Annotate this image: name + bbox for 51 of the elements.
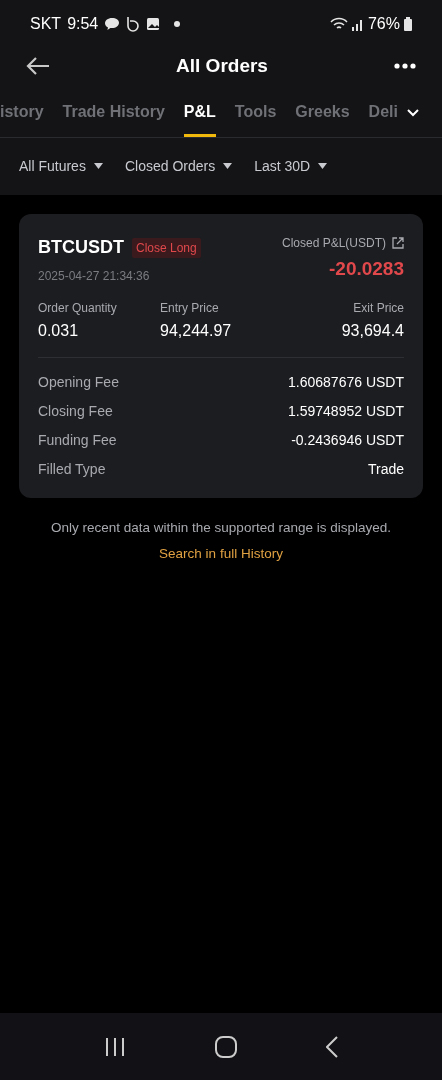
stat-label: Exit Price <box>353 300 404 317</box>
home-icon[interactable] <box>215 1035 237 1058</box>
wifi-icon <box>329 17 348 31</box>
filter-dropdown[interactable]: Last 30D <box>254 155 328 177</box>
detail-label: Filled Type <box>38 460 106 479</box>
carrier-text: SKT <box>30 14 62 34</box>
more-icon[interactable] <box>394 63 416 69</box>
filter-dropdown[interactable]: All Futures <box>19 155 103 177</box>
battery-icon <box>404 17 412 31</box>
side-tag: Close Long <box>132 237 201 258</box>
filter-dropdown[interactable]: Closed Orders <box>124 155 233 177</box>
app-icon <box>126 16 141 32</box>
share-icon[interactable] <box>392 237 404 249</box>
chat-icon <box>104 17 121 31</box>
stat-value: 0.031 <box>38 321 79 341</box>
tab[interactable]: P&L <box>183 100 216 137</box>
detail-value: Trade <box>367 460 404 479</box>
tab[interactable]: Tools <box>234 100 277 137</box>
detail-label: Funding Fee <box>38 431 117 450</box>
detail-value: 1.59748952 USDT <box>288 402 404 421</box>
order-time: 2025-04-27 21:34:36 <box>38 268 151 285</box>
caret-icon <box>93 163 103 169</box>
stat-value: 93,694.4 <box>341 321 404 341</box>
symbol-text: BTCUSDT <box>38 236 124 259</box>
battery-text: 76% <box>367 14 400 34</box>
detail-value: 1.60687676 USDT <box>288 373 404 392</box>
page-title: All Orders <box>176 53 268 78</box>
detail-value: -0.2436946 USDT <box>291 431 404 450</box>
back-icon[interactable] <box>26 56 50 76</box>
chevron-down-icon[interactable] <box>406 108 420 118</box>
back-nav-icon[interactable] <box>325 1035 338 1058</box>
tab[interactable]: Deli <box>368 100 398 137</box>
signal-icon <box>351 17 364 31</box>
full-history-link[interactable]: Search in full History <box>159 544 283 565</box>
clock-text: 9:54 <box>67 14 99 34</box>
stat-value: 94,244.97 <box>160 321 232 341</box>
caret-icon <box>318 163 328 169</box>
tab[interactable]: Greeks <box>295 100 350 137</box>
detail-label: Opening Fee <box>38 373 119 392</box>
tab[interactable]: Trade History <box>62 100 165 137</box>
dot-icon <box>174 21 181 27</box>
notice-text: Only recent data within the supported range is displayed. <box>51 519 391 537</box>
caret-icon <box>223 163 233 169</box>
recent-apps-icon[interactable] <box>104 1036 127 1057</box>
pnl-label: Closed P&L(USDT) <box>281 235 386 252</box>
pnl-value: -20.0283 <box>329 257 404 281</box>
detail-label: Closing Fee <box>38 402 113 421</box>
tab[interactable]: istory <box>0 100 44 137</box>
stat-label: Order Quantity <box>38 300 117 317</box>
image-icon <box>146 17 161 31</box>
stat-label: Entry Price <box>160 300 219 317</box>
